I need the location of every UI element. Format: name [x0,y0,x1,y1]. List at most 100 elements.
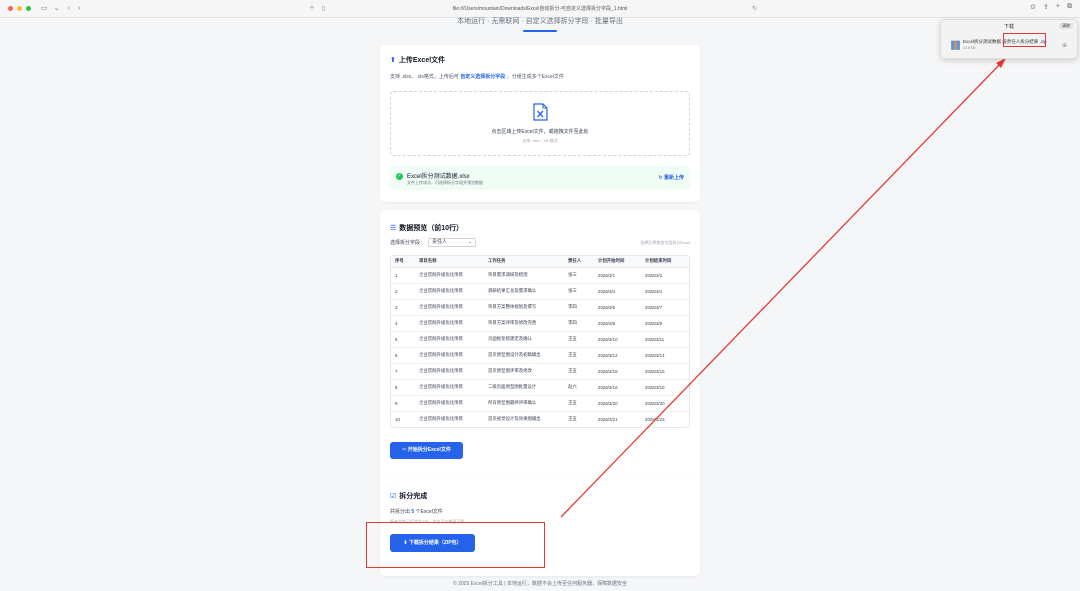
table-cell: 王五 [568,416,577,422]
table-cell: 企业官网升级优化项目 [415,315,484,332]
table-cell: 4 [391,315,415,332]
result-title-text: 拆分完成 [399,493,428,500]
split-field-hint: 选择后将按该字段拆分Excel [640,240,690,245]
zip-archive-icon [951,40,960,50]
upload-description: 支持 .xlsx、.xls格式，上传后可 自定义选择拆分字段 ，分组生成多个Ex… [390,73,690,80]
table-cell: 首页视觉设计及效果图输出 [488,416,541,422]
result-count-value: 5 [411,509,415,515]
chevron-down-icon[interactable]: ⌄ [54,5,60,12]
table-cell: 2026/3/4 [641,283,689,300]
close-window-button[interactable] [8,6,13,11]
excel-file-icon [533,103,548,121]
reload-icon[interactable]: ↻ [752,5,757,12]
page-subtitle: 本地运行 · 无需联网 · 自定义选择拆分字段 · 批量导出 [457,18,623,25]
column-header: 计划结束时间 [641,256,689,268]
column-header: 序号 [391,256,415,268]
split-field-select[interactable]: 责任人 ⌄ [428,238,477,247]
table-row: 10 企业官网升级优化项目 首页视觉设计及效果图输出 王五 2026/3/21 2026/… [391,411,689,427]
new-tab-icon[interactable]: + [1056,3,1060,11]
table-cell: 项目需求调研及梳理 [484,267,564,284]
column-header: 责任人 [564,256,594,268]
zoom-window-button[interactable] [26,6,31,11]
magnifier-icon[interactable]: ⊕ [1062,42,1067,49]
table-row: 1 企业官网升级优化项目 项目需求调研及梳理 张三 2026/3/1 2026/3/3 [391,267,689,284]
table-cell: 6 [391,347,415,364]
table-row: 7 企业官网升级优化项目 首页原型图评审及修改 王五 2026/3/15 2026/3/1… [391,363,689,380]
table-cell: 项目方案评审及修改完善 [484,315,564,332]
table-cell: 2026/3/15 [594,363,641,380]
table-row: 3 企业官网升级优化项目 项目方案整体规划及撰写 李四 2026/3/5 2026/3/7 [391,299,689,316]
table-cell: 企业官网升级优化项目 [419,416,463,422]
upload-desc-suffix: ，分组生成多个Excel文件 [506,74,564,80]
forward-icon[interactable]: › [78,5,80,12]
extension-icon[interactable]: ⟡ [310,5,314,12]
table-row: 9 企业官网升级优化项目 所有原型图最终评审确认 王五 2026/3/20 2026/3/… [391,395,689,412]
table-cell: 企业官网升级优化项目 [415,347,484,364]
address-bar[interactable]: file:///Users/mountain/Downloads/Excel自动… [330,4,750,15]
back-icon[interactable]: ‹ [68,5,70,12]
download-item-size: 10.8 KB [963,46,976,50]
table-cell: 页面框架搭建定及确认 [484,331,564,348]
table-cell: 2026/3/10 [594,331,641,348]
table-cell: 项目方案整体规划及撰写 [484,299,564,316]
table-cell: 企业官网升级优化项目 [415,379,484,396]
table-cell: 企业官网升级优化项目 [415,363,484,380]
table-cell: 2026/3/11 [641,331,689,348]
table-cell: 李四 [564,315,594,332]
scissors-icon: ✂ [402,447,407,453]
table-cell: 首页原型图评审及修改 [484,363,564,380]
preview-card: ☰ 数据预览（前10行） 选择拆分字段： 责任人 ⌄ 选择后将按该字段拆分Exc… [380,210,700,489]
table-cell: 赵六 [564,379,594,396]
table-cell: 2026/3/8 [594,315,641,332]
upload-card: ⬆ 上传Excel文件 支持 .xlsx、.xls格式，上传后可 自定义选择拆分… [380,45,700,202]
table-cell: 张三 [564,267,594,284]
table-cell: 2026/3/16 [594,379,641,396]
table-cell: 2026/3/1 [594,267,641,284]
chevron-down-icon: ⌄ [467,239,473,245]
custom-field-link: 自定义选择拆分字段 [460,74,506,80]
result-count-suffix: 个Excel文件 [415,509,443,515]
download-name-part: Excel拆分测试数据 [963,39,1002,44]
table-cell: 2026/3/19 [641,379,689,396]
dropzone-text: 点击区域上传Excel文件，或拖拽文件至此处 [491,129,589,135]
page-content: 本地运行 · 无需联网 · 自定义选择拆分字段 · 批量导出 ⬆ 上传Excel… [0,18,1080,591]
browser-actions: ⊙ ⇪ + ⧉ [1030,3,1072,11]
start-split-label: 开始拆分Excel文件 [407,447,451,453]
reupload-button[interactable]: ↻ 重新上传 [658,174,684,181]
checkbox-checked-icon: ☑ [390,493,397,500]
table-cell: 2026/3/7 [641,299,689,316]
table-cell: 2026/3/9 [641,315,689,332]
table-cell: 调研结果汇总及需求确认 [484,283,564,300]
table-cell: 2026/3/23 [645,416,665,422]
table-cell: 2026/3/4 [594,283,641,300]
table-cell: 2026/3/21 [598,416,618,422]
table-cell: 所有原型图最终评审确认 [484,395,564,412]
preview-title: ☰ 数据预览（前10行） [390,223,690,233]
sidebar-toggle-icon[interactable]: ▭ [41,5,48,12]
clear-downloads-button[interactable]: 清除 [1059,23,1073,29]
table-cell: 5 [391,331,415,348]
preview-table: 序号 项目名称 工作任务 责任人 计划开始时间 计划结束时间 1 企业官网升级优化… [390,255,690,428]
table-cell: 10 [395,416,400,422]
table-cell: 2026/3/12 [594,347,641,364]
table-row: 8 企业官网升级优化项目 二级页面原型图批量设计 赵六 2026/3/16 2026/3/… [391,379,689,396]
minimize-window-button[interactable] [17,6,22,11]
table-row: 6 企业官网升级优化项目 首页原型图设计及初稿输出 王五 2026/3/12 2026/3… [391,347,689,364]
table-cell: 2 [391,283,415,300]
downloads-icon[interactable]: ⊙ [1030,3,1036,11]
check-circle-icon: ✓ [396,173,403,180]
table-cell: 2026/3/3 [641,267,689,284]
split-field-label: 选择拆分字段： [390,240,426,246]
tab-overview-icon[interactable]: ⧉ [1067,3,1072,11]
table-cell: 张三 [564,283,594,300]
start-split-button[interactable]: ✂ 开始拆分Excel文件 [390,442,463,459]
window-controls [8,6,31,11]
upload-dropzone[interactable]: 点击区域上传Excel文件，或拖拽文件至此处 支持 .xlsx / .xls 格… [390,91,690,156]
table-cell: 企业官网升级优化项目 [415,267,484,284]
table-row: 5 企业官网升级优化项目 页面框架搭建定及确认 王五 2026/3/10 2026/3/1… [391,331,689,348]
share-icon[interactable]: ⇪ [1043,3,1049,11]
refresh-icon: ↻ [658,175,663,181]
table-row: 4 企业官网升级优化项目 项目方案评审及修改完善 李四 2026/3/8 2026/3/9 [391,315,689,332]
uploaded-file-name: Excel拆分测试数据.xlsx [407,174,470,180]
table-cell: 企业官网升级优化项目 [415,395,484,412]
